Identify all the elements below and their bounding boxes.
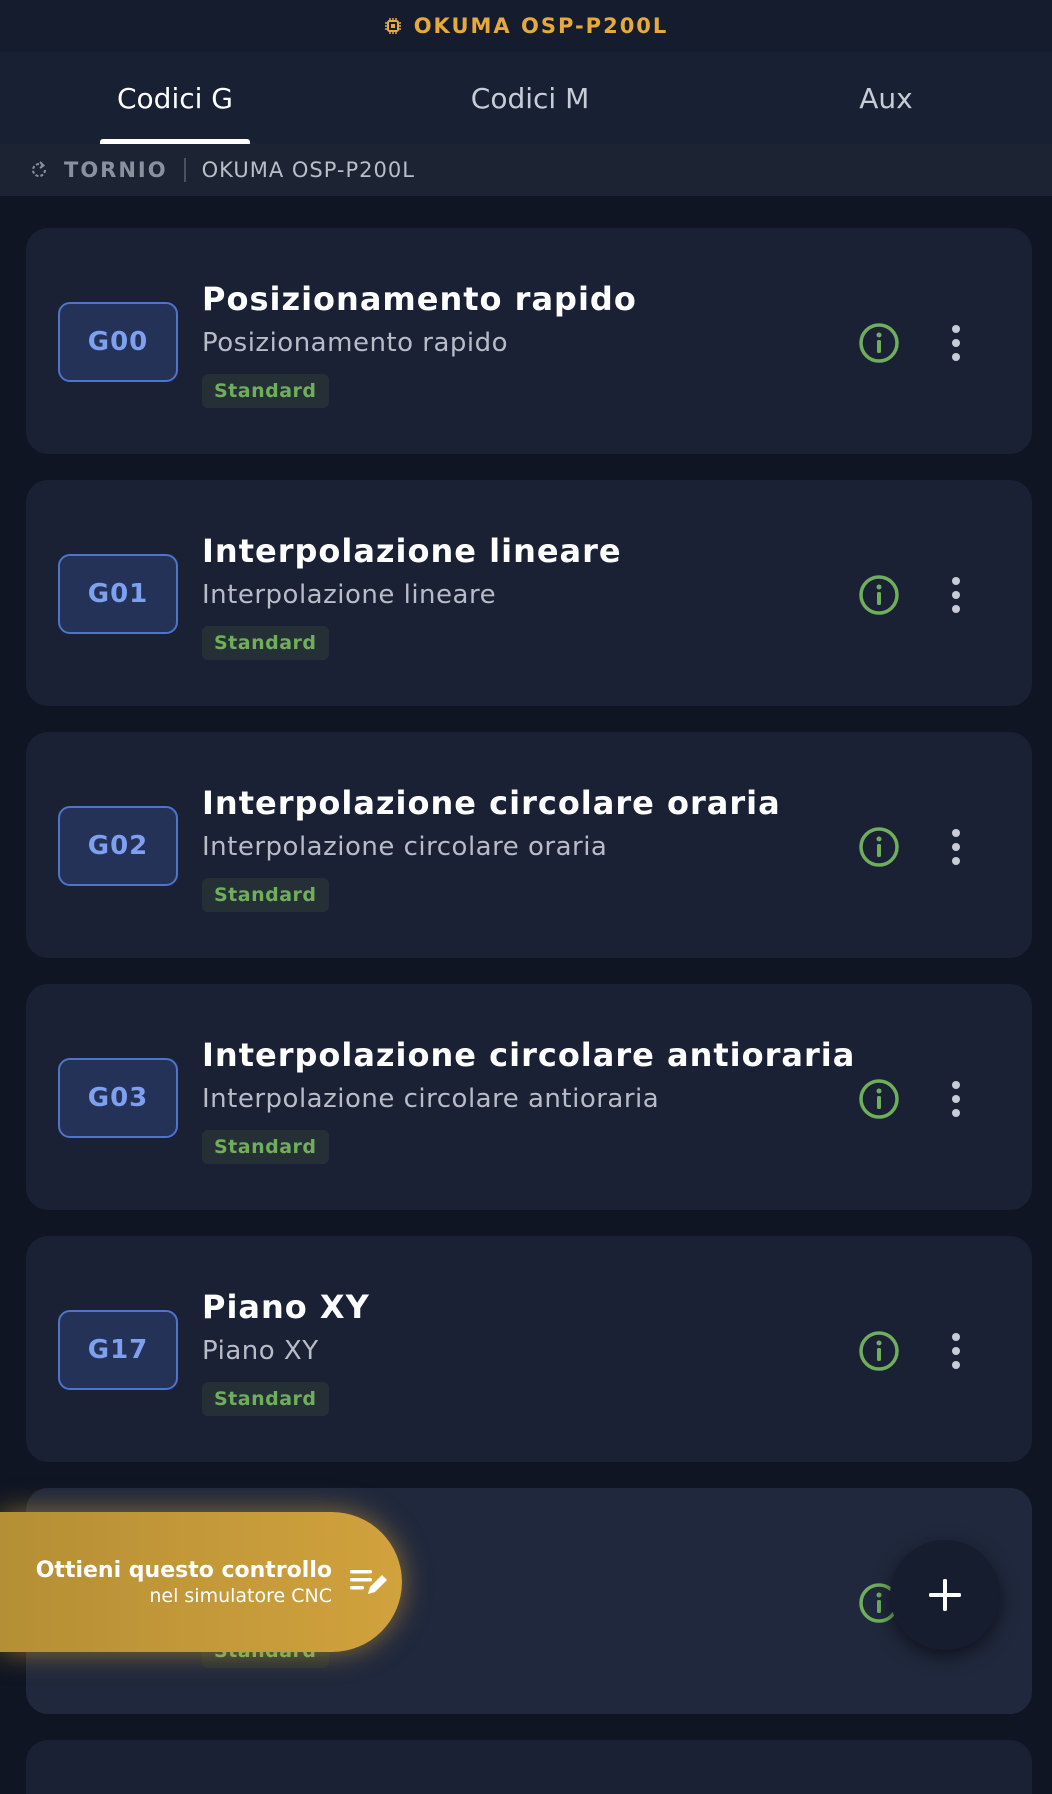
tab-bar: Codici G Codici M Aux [0, 52, 1052, 144]
info-icon[interactable] [858, 826, 900, 868]
code-label: G00 [58, 302, 178, 382]
code-label: G02 [58, 806, 178, 886]
divider [183, 158, 186, 182]
code-card[interactable]: G00 Posizionamento rapido Posizionamento… [26, 228, 1032, 454]
more-vertical-icon[interactable] [946, 1330, 966, 1372]
more-vertical-icon[interactable] [946, 574, 966, 616]
header-title: OKUMA OSP-P200L [413, 14, 669, 38]
info-icon[interactable] [858, 1330, 900, 1372]
machine-model: OKUMA OSP-P200L [201, 158, 415, 182]
code-card[interactable] [26, 1740, 1032, 1794]
refresh-icon[interactable] [28, 159, 50, 181]
code-title: Posizionamento rapido [202, 280, 637, 318]
code-title: Interpolazione circolare oraria [202, 784, 781, 822]
code-card[interactable]: G03 Interpolazione circolare antioraria … [26, 984, 1032, 1210]
code-title: Interpolazione lineare [202, 532, 622, 570]
code-label: G01 [58, 554, 178, 634]
standard-badge: Standard [202, 374, 329, 408]
code-label: G03 [58, 1058, 178, 1138]
standard-badge: Standard [202, 878, 329, 912]
machine-type: TORNIO [64, 158, 168, 182]
tab-label: Aux [859, 81, 913, 115]
promo-title: Ottieni questo controllo [35, 1558, 332, 1583]
tab-codici-g[interactable]: Codici G [100, 52, 250, 144]
info-icon[interactable] [858, 322, 900, 364]
info-icon[interactable] [858, 1078, 900, 1120]
code-card[interactable]: G01 Interpolazione lineare Interpolazion… [26, 480, 1032, 706]
tab-codici-m[interactable]: Codici M [455, 52, 605, 144]
promo-subtitle: nel simulatore CNC [149, 1585, 332, 1607]
code-title: Piano XY [202, 1288, 370, 1326]
code-description: Interpolazione lineare [202, 580, 497, 610]
more-vertical-icon[interactable] [946, 322, 966, 364]
code-label: G17 [58, 1310, 178, 1390]
code-title: Interpolazione circolare antioraria [202, 1036, 856, 1074]
plus-icon [929, 1579, 961, 1611]
promo-text: Ottieni questo controllo nel simulatore … [36, 1558, 332, 1607]
tab-label: Codici G [116, 81, 233, 115]
code-description: Posizionamento rapido [202, 328, 509, 358]
info-icon[interactable] [858, 574, 900, 616]
code-card[interactable]: G02 Interpolazione circolare oraria Inte… [26, 732, 1032, 958]
code-description: Piano XY [202, 1336, 319, 1366]
chip-icon [384, 18, 401, 34]
app-header: OKUMA OSP-P200L [0, 0, 1052, 52]
code-card[interactable]: G17 Piano XY Piano XY Standard [26, 1236, 1032, 1462]
more-vertical-icon[interactable] [946, 826, 966, 868]
tab-label: Codici M [470, 81, 590, 115]
standard-badge: Standard [202, 1130, 329, 1164]
breadcrumb: TORNIO OKUMA OSP-P200L [0, 144, 1052, 196]
code-description: Interpolazione circolare antioraria [202, 1084, 660, 1114]
standard-badge: Standard [202, 1382, 329, 1416]
code-description: Interpolazione circolare oraria [202, 832, 608, 862]
promo-banner[interactable]: Ottieni questo controllo nel simulatore … [0, 1512, 402, 1652]
more-vertical-icon[interactable] [946, 1078, 966, 1120]
add-button[interactable] [890, 1540, 1000, 1650]
standard-badge: Standard [202, 626, 329, 660]
edit-note-icon [350, 1570, 387, 1594]
tab-aux[interactable]: Aux [826, 52, 946, 144]
